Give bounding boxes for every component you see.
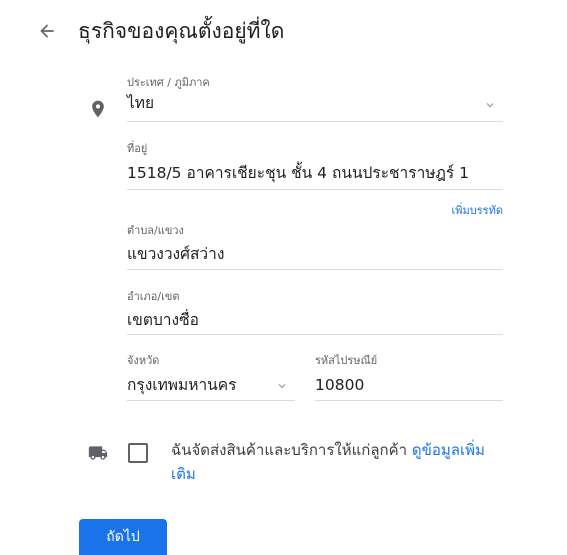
arrow-back-icon [40,24,54,38]
country-label: ประเทศ / ภูมิภาค [127,76,210,89]
province-value: กรุงเทพมหานคร [127,376,237,394]
address-label: ที่อยู่ [127,142,148,155]
district-underline [127,334,503,335]
address-value: 1518/5 อาคารเชียะชุน ชั้น 4 ถนนประชาราษฎ… [127,164,470,182]
subdistrict-value: แขวงวงศ์สว่าง [127,245,225,263]
province-select[interactable]: กรุงเทพมหานคร [127,373,295,401]
country-underline [127,121,503,122]
district-field[interactable]: เขตบางซื่อ [127,308,503,336]
district-value: เขตบางซื่อ [127,311,199,329]
subdistrict-underline [127,269,503,270]
deliver-text: ฉันจัดส่งสินค้าและบริการให้แก่ลูกค้า [171,441,408,459]
postal-field[interactable]: 10800 [315,373,503,401]
address-field[interactable]: 1518/5 อาคารเชียะชุน ชั้น 4 ถนนประชาราษฎ… [127,160,503,190]
chevron-down-icon [486,103,494,108]
add-address-line-link[interactable]: เพิ่มบรรทัด [452,201,503,219]
next-button[interactable]: ถัดไป [79,519,167,555]
subdistrict-field[interactable]: แขวงวงศ์สว่าง [127,242,503,270]
postal-label: รหัสไปรษณีย์ [315,354,378,367]
subdistrict-label: ตำบล/แขวง [127,224,184,237]
back-button[interactable] [30,14,64,48]
deliver-label: ฉันจัดส่งสินค้าและบริการให้แก่ลูกค้า ดูข… [171,438,501,486]
country-select[interactable]: ไทย [127,92,503,122]
truck-icon [88,446,108,460]
postal-value: 10800 [315,376,365,394]
postal-underline [315,400,503,401]
province-underline [127,400,295,401]
province-label: จังหวัด [127,354,160,367]
district-label: อำเภอ/เขต [127,290,180,303]
deliver-checkbox[interactable] [128,443,148,463]
country-value: ไทย [127,94,155,112]
location-pin-icon [92,100,104,118]
chevron-down-icon [278,384,286,389]
page-title: ธุรกิจของคุณตั้งอยู่ที่ใด [78,19,285,43]
address-underline [127,189,503,190]
